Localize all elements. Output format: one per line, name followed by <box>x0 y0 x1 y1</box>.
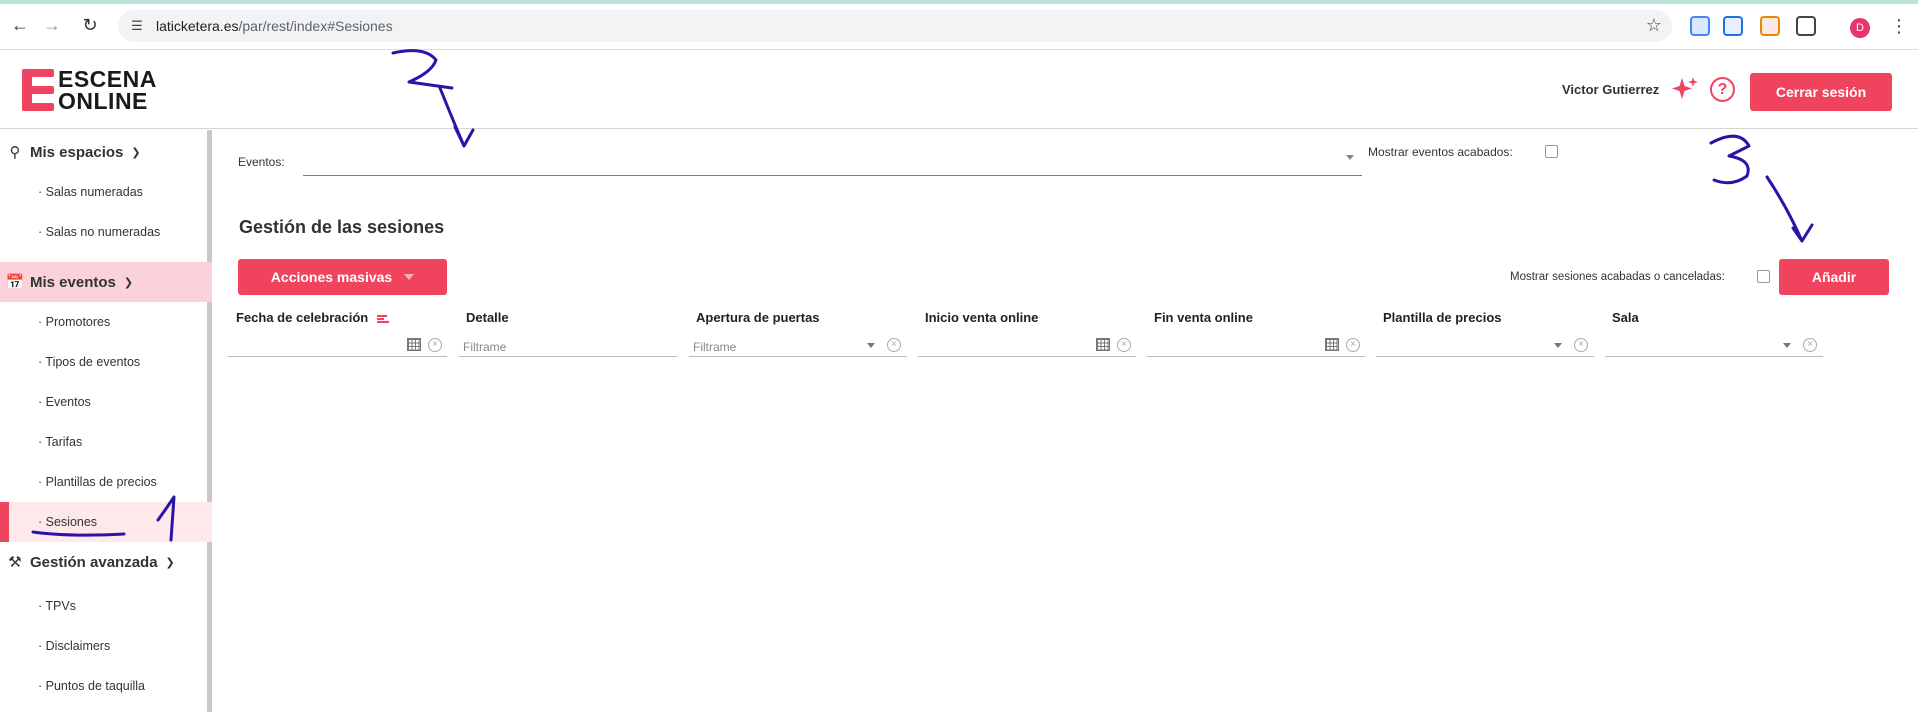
filter-apertura-select[interactable]: Filtrame × <box>689 335 907 357</box>
column-header-inicio-venta[interactable]: Inicio venta online <box>925 310 1038 325</box>
sidebar-section-gestion-avanzada[interactable]: ⚒ Gestión avanzada ❯ <box>0 542 212 582</box>
logout-button[interactable]: Cerrar sesión <box>1750 73 1892 111</box>
calendar-grid-icon[interactable] <box>407 338 421 351</box>
mass-actions-label: Acciones masivas <box>270 269 393 285</box>
dropdown-caret-icon <box>1554 343 1562 348</box>
sidebar-item-sesiones[interactable]: · Sesiones <box>0 502 212 542</box>
clear-icon[interactable]: × <box>1803 338 1817 352</box>
filter-fecha[interactable]: × <box>228 335 447 357</box>
sidebar-item-eventos[interactable]: · Eventos <box>0 382 212 422</box>
filter-fin-venta[interactable]: × <box>1147 335 1365 357</box>
show-ended-events-checkbox[interactable] <box>1545 145 1558 158</box>
sidebar-section-label: Gestión avanzada <box>30 553 158 571</box>
sort-icon[interactable] <box>376 314 389 324</box>
sidebar-item-promotores[interactable]: · Promotores <box>0 302 212 342</box>
sidebar-item-tpvs[interactable]: · TPVs <box>0 586 212 626</box>
logo-line-1: ESCENA <box>58 66 157 92</box>
url-host: laticketera.es <box>156 18 239 34</box>
column-header-detalle[interactable]: Detalle <box>466 310 509 325</box>
back-icon[interactable]: ← <box>8 13 32 37</box>
logo-mark-icon <box>22 69 54 111</box>
clear-icon[interactable]: × <box>1574 338 1588 352</box>
events-select[interactable] <box>303 145 1362 176</box>
sidebar-section-mis-eventos[interactable]: 📅 Mis eventos ❯ <box>0 262 212 302</box>
main-content: Eventos: Mostrar eventos acabados: Gesti… <box>217 130 1918 712</box>
sidebar-section-label: Mis espacios <box>30 143 124 161</box>
calendar-grid-icon[interactable] <box>1096 338 1110 351</box>
extensions-puzzle-icon[interactable] <box>1796 16 1816 36</box>
events-label: Eventos: <box>238 155 285 169</box>
url-text[interactable]: laticketera.es/par/rest/index#Sesiones <box>156 18 393 34</box>
bookmark-star-icon[interactable]: ☆ <box>1646 15 1662 36</box>
column-header-fin-venta[interactable]: Fin venta online <box>1154 310 1253 325</box>
sidebar-section-mis-espacios[interactable]: ⚲ Mis espacios ❯ <box>0 132 212 172</box>
url-path: /par/rest/index#Sesiones <box>238 18 393 34</box>
filter-sala-select[interactable]: × <box>1605 335 1823 357</box>
sparkle-icon[interactable] <box>1670 74 1700 104</box>
show-ended-sessions-label: Mostrar sesiones acabadas o canceladas: <box>1510 271 1725 283</box>
add-button[interactable]: Añadir <box>1779 259 1889 295</box>
address-bar[interactable]: ☰ laticketera.es/par/rest/index#Sesiones… <box>118 10 1672 42</box>
clear-icon[interactable]: × <box>887 338 901 352</box>
escena-online-logo[interactable]: ESCENA ONLINE <box>22 66 157 114</box>
logo-text: ESCENA ONLINE <box>58 66 157 114</box>
sidebar-item-tarifas[interactable]: · Tarifas <box>0 422 212 462</box>
app-header: ESCENA ONLINE Victor Gutierrez ? Cerrar … <box>0 50 1918 129</box>
profile-avatar[interactable]: D <box>1850 18 1870 38</box>
cast-icon[interactable] <box>1760 16 1780 36</box>
filter-placeholder: Filtrame <box>693 340 737 354</box>
sidebar: ⚲ Mis espacios ❯ · Salas numeradas · Sal… <box>0 130 212 712</box>
clear-icon[interactable]: × <box>428 338 442 352</box>
filter-plantilla-select[interactable]: × <box>1376 335 1594 357</box>
calendar-grid-icon[interactable] <box>1325 338 1339 351</box>
forward-icon[interactable]: → <box>40 13 64 37</box>
site-info-icon[interactable]: ☰ <box>128 17 146 35</box>
sidebar-item-salas-numeradas[interactable]: · Salas numeradas <box>0 172 212 212</box>
sidebar-item-salas-no-numeradas[interactable]: · Salas no numeradas <box>0 212 212 252</box>
chevron-down-icon: ❯ <box>165 556 175 569</box>
help-icon[interactable]: ? <box>1710 77 1735 102</box>
logo-line-2: ONLINE <box>58 88 148 114</box>
column-header-plantilla[interactable]: Plantilla de precios <box>1383 310 1502 325</box>
filter-placeholder: Filtrame <box>463 340 507 354</box>
sidebar-item-puntos-de-taquilla[interactable]: · Puntos de taquilla <box>0 666 212 706</box>
dropdown-caret-icon <box>1346 155 1354 160</box>
dropdown-caret-icon <box>1783 343 1791 348</box>
show-ended-sessions-checkbox[interactable] <box>1757 270 1770 283</box>
location-pin-icon: ⚲ <box>9 144 21 161</box>
chevron-down-icon: ❯ <box>131 146 141 159</box>
chevron-down-icon: ❯ <box>123 276 134 289</box>
mass-actions-button[interactable]: Acciones masivas <box>238 259 447 295</box>
extension-icon[interactable] <box>1690 16 1710 36</box>
filter-detalle-input[interactable]: Filtrame <box>459 335 677 357</box>
filter-inicio-venta[interactable]: × <box>918 335 1136 357</box>
sidebar-item-plantillas-de-precios[interactable]: · Plantillas de precios <box>0 462 212 502</box>
clear-icon[interactable]: × <box>1117 338 1131 352</box>
sidebar-item-disclaimers[interactable]: · Disclaimers <box>0 626 212 666</box>
calendar-icon: 📅 <box>5 274 25 291</box>
translate-icon[interactable] <box>1723 16 1743 36</box>
column-header-apertura[interactable]: Apertura de puertas <box>696 310 820 325</box>
browser-menu-icon[interactable]: ⋮ <box>1890 16 1908 37</box>
page-title: Gestión de las sesiones <box>239 217 445 237</box>
dropdown-caret-icon <box>867 343 875 348</box>
dropdown-caret-icon <box>404 274 415 280</box>
column-header-sala[interactable]: Sala <box>1612 310 1639 325</box>
show-ended-events-label: Mostrar eventos acabados: <box>1368 145 1513 159</box>
sidebar-item-tipos-de-eventos[interactable]: · Tipos de eventos <box>0 342 212 382</box>
sidebar-section-label: Mis eventos <box>30 273 116 291</box>
browser-toolbar: ← → ↻ ☰ laticketera.es/par/rest/index#Se… <box>0 0 1918 50</box>
reload-icon[interactable]: ↻ <box>78 13 102 37</box>
column-header-fecha[interactable]: Fecha de celebración <box>236 310 389 325</box>
clear-icon[interactable]: × <box>1346 338 1360 352</box>
user-name: Victor Gutierrez <box>1562 82 1660 97</box>
column-label: Fecha de celebración <box>236 310 369 325</box>
tools-icon: ⚒ <box>8 554 22 571</box>
